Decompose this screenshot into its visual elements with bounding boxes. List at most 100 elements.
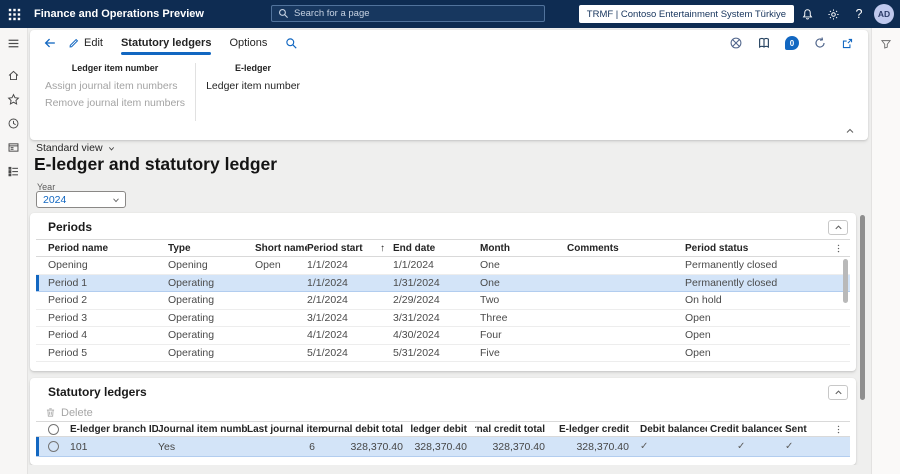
cell-end-date: 1/31/2024 <box>393 276 440 289</box>
cell-end-date: 1/1/2024 <box>393 259 434 272</box>
trash-icon <box>46 408 55 417</box>
table-row[interactable]: Period 4 Operating 4/1/2024 4/30/2024 Fo… <box>36 327 850 345</box>
apps-circle-icon[interactable] <box>729 36 743 50</box>
grid-more-options-icon[interactable] <box>826 243 850 254</box>
column-header-debit-balanced[interactable]: Debit balanced <box>637 424 707 435</box>
environment-picker[interactable]: TRMF | Contoso Entertainment System Türk… <box>578 5 794 23</box>
tab-options[interactable]: Options <box>229 30 267 56</box>
collapse-statutory-icon[interactable] <box>828 384 848 400</box>
messages-bubble-icon[interactable]: 0 <box>785 36 799 50</box>
cell-period-name: Period 3 <box>48 311 88 324</box>
cell-period-start: 5/1/2024 <box>307 346 348 359</box>
table-row-selected[interactable]: Period 1 Operating 1/1/2024 1/31/2024 On… <box>36 274 850 292</box>
workspace-card-icon[interactable] <box>0 135 28 159</box>
column-header-month[interactable]: Month <box>480 243 567 254</box>
cell-period-name: Period 2 <box>48 294 88 307</box>
table-row[interactable]: Opening Opening Open 1/1/2024 1/1/2024 O… <box>36 257 850 275</box>
column-header-e-ledger-debit[interactable]: E-ledger debit <box>411 424 475 435</box>
table-row[interactable]: Period 5 Operating 5/1/2024 5/31/2024 Fi… <box>36 345 850 362</box>
cell-type: Operating <box>168 276 215 289</box>
delete-button[interactable]: Delete <box>45 407 93 419</box>
table-row[interactable]: Period 2 Operating 2/1/2024 2/29/2024 Tw… <box>36 292 850 310</box>
column-header-period-name[interactable]: Period name <box>36 243 168 254</box>
column-header-sent[interactable]: Sent <box>782 424 826 435</box>
column-header-period-status[interactable]: Period status <box>685 243 826 254</box>
action-search-icon[interactable] <box>285 37 298 50</box>
cell-period-start: 3/1/2024 <box>307 311 348 324</box>
cell-period-name: Period 4 <box>48 329 88 342</box>
row-radio[interactable] <box>36 441 70 452</box>
app-title: Finance and Operations Preview <box>34 8 204 20</box>
remove-journal-item-numbers-button[interactable]: Remove journal item numbers <box>45 95 185 112</box>
page-vertical-scrollbar[interactable] <box>860 215 865 400</box>
column-header-type[interactable]: Type <box>168 243 255 254</box>
tab-statutory-ledgers[interactable]: Statutory ledgers <box>120 30 212 56</box>
cell-period-name: Period 5 <box>48 346 88 359</box>
back-arrow-icon[interactable] <box>40 33 60 53</box>
action-pane: Edit Statutory ledgers Options 0 Ledger … <box>30 30 868 140</box>
edit-button[interactable]: Edit <box>68 37 103 49</box>
refresh-icon[interactable] <box>813 36 827 50</box>
notifications-bell-icon[interactable] <box>794 0 820 28</box>
left-navigation-rail <box>0 28 28 474</box>
open-in-new-window-icon[interactable] <box>841 37 854 50</box>
select-all-radio[interactable] <box>36 423 70 435</box>
hamburger-menu-icon[interactable] <box>0 31 28 55</box>
year-dropdown[interactable]: 2024 <box>36 191 126 208</box>
chevron-down-icon <box>108 146 114 151</box>
filter-funnel-icon[interactable] <box>872 32 900 56</box>
recent-clock-icon[interactable] <box>0 111 28 135</box>
sort-ascending-icon: ↑ <box>380 242 385 254</box>
cell-journal-debit-total: 328,370.40 <box>350 440 403 453</box>
cell-journal-credit-total: 328,370.40 <box>492 440 545 453</box>
global-search[interactable] <box>271 5 545 22</box>
cell-type: Opening <box>168 259 208 272</box>
column-header-e-ledger-credit[interactable]: E-ledger credit <box>553 424 637 435</box>
view-selector[interactable]: Standard view <box>36 142 116 154</box>
column-header-credit-balanced[interactable]: Credit balanced <box>707 424 782 435</box>
settings-gear-icon[interactable] <box>820 0 846 28</box>
cell-period-status: Open <box>685 346 711 359</box>
table-row-selected[interactable]: 101 Yes 6 328,370.40 328,370.40 328,370.… <box>36 437 850 457</box>
user-avatar[interactable]: AD <box>874 4 894 24</box>
cell-end-date: 2/29/2024 <box>393 294 440 307</box>
cell-period-start: 1/1/2024 <box>307 259 348 272</box>
book-icon[interactable] <box>757 36 771 50</box>
credit-balanced-check-icon: ✓ <box>737 441 746 452</box>
filter-side-rail <box>871 28 900 474</box>
cell-period-status: Open <box>685 329 711 342</box>
table-row[interactable]: Period 3 Operating 3/1/2024 3/31/2024 Th… <box>36 310 850 327</box>
cell-type: Operating <box>168 311 215 324</box>
search-icon <box>278 8 289 19</box>
grid-more-options-icon[interactable] <box>826 424 850 435</box>
column-header-journal-debit-total[interactable]: Journal debit total <box>323 424 411 435</box>
collapse-periods-icon[interactable] <box>828 219 848 235</box>
home-icon[interactable] <box>0 63 28 87</box>
column-header-end-date[interactable]: End date <box>393 243 480 254</box>
pencil-icon <box>69 38 79 48</box>
cell-e-ledger-debit: 328,370.40 <box>414 440 467 453</box>
group-title: E-ledger <box>235 63 272 73</box>
waffle-menu-icon[interactable] <box>0 0 28 28</box>
sent-check-icon: ✓ <box>785 441 794 452</box>
periods-section-title: Periods <box>48 220 93 234</box>
column-header-last-journal-item-number[interactable]: Last journal item num... <box>247 424 323 435</box>
assign-journal-item-numbers-button[interactable]: Assign journal item numbers <box>45 78 185 95</box>
cell-branch-id: 101 <box>70 440 88 453</box>
cell-month: One <box>480 259 500 272</box>
column-header-period-start[interactable]: Period start ↑ <box>307 243 393 254</box>
periods-grid-scrollbar[interactable] <box>843 259 848 303</box>
column-header-journal-credit-total[interactable]: Journal credit total <box>475 424 553 435</box>
column-header-comments[interactable]: Comments <box>567 243 685 254</box>
modules-list-icon[interactable] <box>0 159 28 183</box>
column-header-branch-id[interactable]: E-ledger branch ID <box>70 424 158 435</box>
search-input[interactable] <box>294 8 538 19</box>
help-icon[interactable]: ? <box>846 0 872 28</box>
collapse-action-pane-icon[interactable] <box>844 125 856 137</box>
column-header-short-name[interactable]: Short name <box>255 243 307 254</box>
page-bottom-gutter <box>28 465 871 474</box>
column-header-journal-item-numbered[interactable]: Journal item numbered <box>158 424 247 435</box>
favorites-star-icon[interactable] <box>0 87 28 111</box>
ledger-item-number-button[interactable]: Ledger item number <box>206 78 300 95</box>
cell-period-start: 2/1/2024 <box>307 294 348 307</box>
